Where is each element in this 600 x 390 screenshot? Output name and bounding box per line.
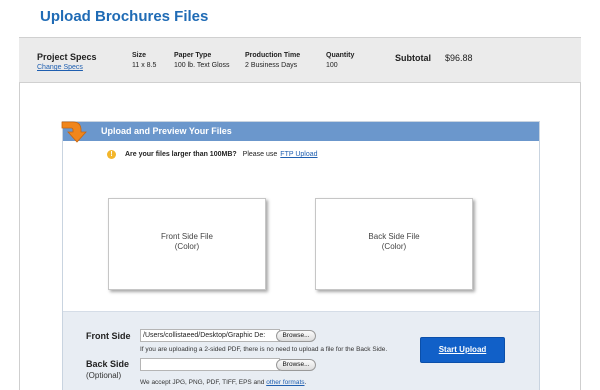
spec-paper-type: Paper Type 100 lb. Text Gloss (174, 51, 230, 71)
production-time-label: Production Time (245, 52, 301, 59)
size-label: Size (132, 52, 147, 59)
ftp-upload-link[interactable]: FTP Upload (280, 151, 317, 158)
front-browse-button[interactable]: Browse... (276, 330, 316, 342)
project-specs: Project Specs Change Specs (37, 52, 97, 73)
two-sided-pdf-hint: If you are uploading a 2-sided PDF, ther… (140, 346, 388, 353)
project-specs-label: Project Specs (37, 52, 97, 62)
warning-icon: ! (107, 150, 116, 159)
spec-quantity: Quantity 100 (326, 51, 354, 71)
page-title: Upload Brochures Files (40, 8, 209, 25)
start-upload-button[interactable]: Start Upload (420, 337, 505, 363)
back-side-label: Back Side (86, 359, 130, 369)
quantity-label: Quantity (326, 52, 355, 59)
formats-period: . (304, 379, 307, 386)
paper-type-value: 100 lb. Text Gloss (174, 62, 230, 69)
front-side-label: Front Side (86, 331, 131, 341)
front-preview-title: Front Side File (160, 232, 214, 241)
front-side-preview[interactable]: Front Side File (Color) (108, 198, 266, 290)
front-side-file-input[interactable]: /Users/collistaeed/Desktop/Graphic De: (140, 329, 280, 342)
notice-text: Please use (242, 151, 278, 158)
panel-title: Upload and Preview Your Files (101, 126, 232, 136)
spec-production-time: Production Time 2 Business Days (245, 51, 300, 71)
change-specs-link[interactable]: Change Specs (37, 63, 97, 73)
file-upload-form: Front Side /Users/collistaeed/Desktop/Gr… (63, 311, 539, 390)
subtotal-value: $96.88 (445, 53, 473, 63)
orange-arrow-icon (61, 121, 87, 143)
notice-question: Are your files larger than 100MB? (125, 151, 237, 158)
panel-header: Upload and Preview Your Files (63, 122, 539, 141)
accepted-formats-note: We accept JPG, PNG, PDF, TIFF, EPS and o… (140, 378, 306, 387)
spec-size: Size 11 x 8.5 (132, 51, 156, 71)
other-formats-link[interactable]: other formats (266, 379, 304, 386)
back-side-preview[interactable]: Back Side File (Color) (315, 198, 473, 290)
subtotal-label: Subtotal (395, 53, 431, 63)
size-value: 11 x 8.5 (132, 62, 157, 69)
paper-type-label: Paper Type (174, 52, 212, 59)
back-side-optional-label: (Optional) (86, 371, 122, 380)
production-time-value: 2 Business Days (245, 62, 298, 69)
back-preview-title: Back Side File (368, 232, 420, 241)
quantity-value: 100 (326, 62, 338, 69)
back-browse-button[interactable]: Browse... (276, 359, 316, 371)
accepted-formats-text: We accept JPG, PNG, PDF, TIFF, EPS and (140, 379, 265, 386)
back-side-file-input[interactable] (140, 358, 280, 371)
back-preview-subtitle: (Color) (381, 242, 407, 251)
upload-panel: Upload and Preview Your Files ! Are your… (61, 121, 540, 390)
front-preview-subtitle: (Color) (174, 242, 200, 251)
project-specs-bar: Project Specs Change Specs Size 11 x 8.5… (19, 37, 581, 83)
large-file-notice: ! Are your files larger than 100MB? Plea… (107, 150, 318, 159)
